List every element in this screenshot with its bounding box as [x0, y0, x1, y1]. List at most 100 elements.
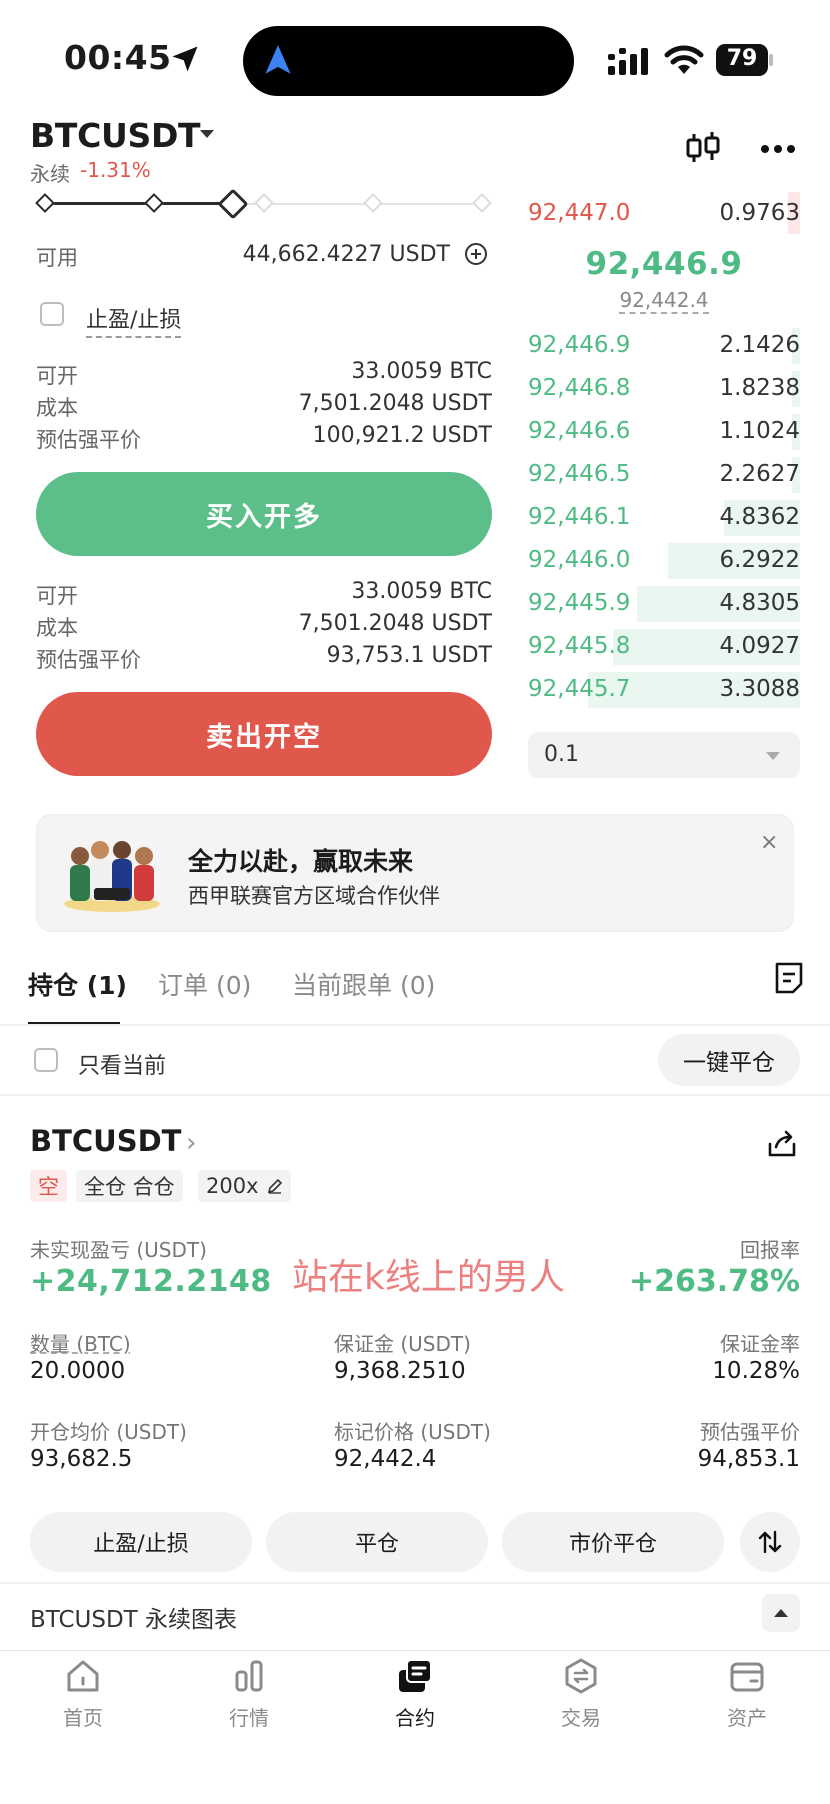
long-max-open-value: 33.0059 BTC — [351, 359, 492, 384]
short-liq-price-value: 93,753.1 USDT — [326, 643, 492, 668]
leverage-value: 200x — [206, 1174, 259, 1198]
bid-row[interactable]: 92,445.8 4.0927 — [528, 629, 800, 665]
candlestick-chart-icon[interactable] — [684, 130, 722, 166]
buy-long-button[interactable]: 买入开多 — [36, 472, 492, 556]
trade-icon — [565, 1658, 597, 1694]
cellular-signal-icon — [608, 48, 648, 75]
bid-row[interactable]: 92,445.7 3.3088 — [528, 672, 800, 708]
long-liq-price-value: 100,921.2 USDT — [312, 423, 492, 448]
edit-pencil-icon — [267, 1178, 282, 1194]
divider — [0, 1094, 830, 1096]
only-current-label[interactable]: 只看当前 — [78, 1048, 166, 1080]
wallet-icon — [730, 1662, 764, 1692]
bid-row[interactable]: 92,446.9 2.1426 — [528, 328, 800, 364]
short-max-open-label: 可开 — [36, 584, 78, 608]
roe-label: 回报率 — [740, 1238, 800, 1262]
ask-price: 92,447.0 — [528, 200, 631, 226]
bid-qty: 2.1426 — [719, 332, 800, 358]
bid-row[interactable]: 92,446.8 1.8238 — [528, 371, 800, 407]
only-current-checkbox[interactable] — [34, 1048, 58, 1072]
slider-stop[interactable] — [254, 193, 274, 213]
sell-short-button[interactable]: 卖出开空 — [36, 692, 492, 776]
ask-row[interactable]: 92,447.0 0.9763 — [528, 196, 800, 232]
tab-copy-trading[interactable]: 当前跟单 (0) — [292, 966, 435, 1002]
mark-price-value: 92,442.4 — [619, 288, 709, 314]
chevron-down-icon — [766, 752, 780, 760]
quantity-label[interactable]: 数量 (BTC) — [30, 1328, 131, 1357]
share-icon[interactable] — [766, 1128, 798, 1160]
battery-level: 79 — [726, 46, 758, 71]
market-close-button[interactable]: 市价平仓 — [502, 1512, 724, 1572]
bid-qty: 1.8238 — [719, 375, 800, 401]
liq-price-value: 94,853.1 — [697, 1446, 800, 1472]
bid-price: 92,446.0 — [528, 547, 631, 573]
leverage-slider-filled[interactable] — [44, 202, 234, 205]
bid-price: 92,446.8 — [528, 375, 631, 401]
close-all-button[interactable]: 一键平仓 — [658, 1034, 800, 1086]
slider-stop[interactable] — [472, 193, 492, 213]
watermark-text: 站在k线上的男人 — [292, 1257, 565, 1298]
bid-qty: 4.8362 — [719, 504, 800, 530]
tpsl-label[interactable]: 止盈/止损 — [86, 302, 182, 338]
leverage-tag[interactable]: 200x — [198, 1170, 291, 1202]
tab-positions[interactable]: 持仓 (1) — [28, 966, 127, 1002]
margin-label: 保证金 (USDT) — [334, 1332, 471, 1356]
slider-stop[interactable] — [35, 193, 55, 213]
nav-home[interactable]: 首页 — [23, 1654, 143, 1731]
bid-price: 92,446.9 — [528, 332, 631, 358]
nav-home-label: 首页 — [63, 1706, 103, 1730]
nav-trade[interactable]: 交易 — [521, 1654, 641, 1731]
margin-value: 9,368.2510 — [334, 1358, 466, 1384]
chart-section-label[interactable]: BTCUSDT 永续图表 — [30, 1600, 237, 1634]
unrealized-pnl-label: 未实现盈亏 (USDT) — [30, 1238, 207, 1262]
leverage-slider-thumb[interactable] — [217, 188, 249, 220]
unrealized-pnl-value: +24,712.2148 — [30, 1264, 272, 1299]
long-cost-value: 7,501.2048 USDT — [298, 391, 492, 416]
nav-futures[interactable]: 合约 — [355, 1654, 475, 1731]
chart-expand-button[interactable] — [762, 1594, 800, 1632]
bid-qty: 6.2922 — [719, 547, 800, 573]
more-options-icon[interactable] — [760, 144, 796, 154]
nav-assets[interactable]: 资产 — [687, 1654, 807, 1731]
reverse-position-button[interactable] — [740, 1512, 800, 1572]
long-cost-label: 成本 — [36, 396, 78, 420]
add-funds-icon[interactable] — [464, 242, 488, 266]
bid-row[interactable]: 92,445.9 4.8305 — [528, 586, 800, 622]
chevron-right-icon[interactable]: › — [186, 1128, 196, 1158]
symbol-dropdown-caret-icon[interactable] — [200, 130, 214, 138]
bid-row[interactable]: 92,446.0 6.2922 — [528, 543, 800, 579]
order-history-icon[interactable] — [772, 960, 806, 996]
contract-type-label: 永续 — [30, 162, 70, 186]
symbol-title[interactable]: BTCUSDT — [30, 116, 201, 155]
bid-price: 92,445.8 — [528, 633, 631, 659]
margin-mode-tag: 全仓 合仓 — [76, 1170, 183, 1202]
tpsl-checkbox[interactable] — [40, 302, 64, 326]
mark-price-label: 标记价格 (USDT) — [334, 1420, 491, 1444]
margin-ratio-value: 10.28% — [712, 1358, 800, 1384]
bid-row[interactable]: 92,446.5 2.2627 — [528, 457, 800, 493]
home-icon — [67, 1660, 99, 1692]
bid-qty: 2.2627 — [719, 461, 800, 487]
liq-price-label: 预估强平价 — [700, 1420, 800, 1444]
close-position-button[interactable]: 平仓 — [266, 1512, 488, 1572]
ask-qty: 0.9763 — [719, 200, 800, 226]
tab-orders[interactable]: 订单 (0) — [158, 966, 251, 1002]
banner-title: 全力以赴，赢取未来 — [188, 847, 414, 876]
market-icon — [235, 1660, 263, 1692]
bid-row[interactable]: 92,446.6 1.1024 — [528, 414, 800, 450]
banner-subtitle: 西甲联赛官方区域合作伙伴 — [188, 884, 440, 908]
futures-icon — [399, 1659, 432, 1692]
tpsl-button[interactable]: 止盈/止损 — [30, 1512, 252, 1572]
bid-row[interactable]: 92,446.1 4.8362 — [528, 500, 800, 536]
slider-stop[interactable] — [363, 193, 383, 213]
divider — [0, 1582, 830, 1584]
bid-price: 92,446.1 — [528, 504, 631, 530]
position-symbol[interactable]: BTCUSDT — [30, 1124, 181, 1158]
banner-close-icon[interactable]: × — [760, 830, 778, 855]
battery-icon: 79 — [716, 44, 774, 76]
divider — [0, 1650, 830, 1651]
nav-market[interactable]: 行情 — [189, 1654, 309, 1731]
available-value: 44,662.4227 USDT — [242, 242, 450, 267]
slider-stop[interactable] — [144, 193, 164, 213]
bid-price: 92,445.9 — [528, 590, 631, 616]
